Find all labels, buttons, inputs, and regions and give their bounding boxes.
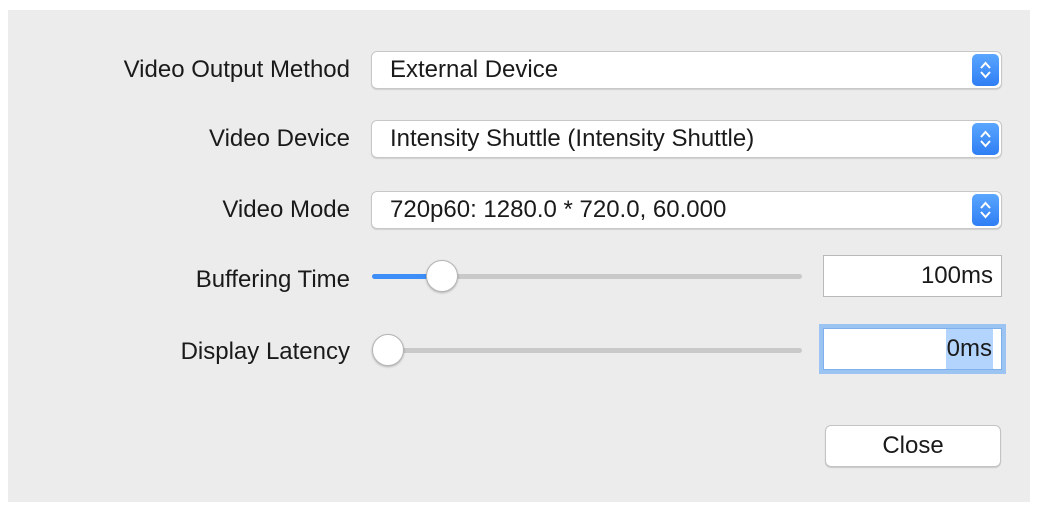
display-latency-value: 0ms [945,329,993,369]
video-output-method-value: External Device [390,56,559,83]
video-device-popup[interactable]: Intensity Shuttle (Intensity Shuttle) [371,120,1002,158]
chevron-up-down-icon [972,194,999,226]
close-button[interactable]: Close [825,425,1001,467]
chevron-up-down-icon [972,54,999,86]
chevron-up-down-icon [972,123,999,155]
buffering-time-label: Buffering Time [195,266,350,293]
video-mode-popup[interactable]: 720p60: 1280.0 * 720.0, 60.000 [371,191,1002,229]
video-mode-label: Video Mode [222,196,350,223]
video-output-method-popup[interactable]: External Device [371,51,1002,89]
buffering-time-slider-knob[interactable] [425,260,458,292]
display-latency-label: Display Latency [180,338,350,365]
display-latency-slider-knob[interactable] [372,334,404,366]
video-mode-value: 720p60: 1280.0 * 720.0, 60.000 [390,196,727,223]
display-latency-field[interactable]: 0ms [823,328,1002,370]
video-output-method-label: Video Output Method [123,56,350,83]
buffering-time-value: 100ms [920,262,993,289]
video-device-value: Intensity Shuttle (Intensity Shuttle) [390,125,755,152]
display-latency-slider[interactable] [372,348,802,353]
buffering-time-slider-fill [372,274,428,279]
video-device-label: Video Device [209,125,350,152]
buffering-time-field[interactable]: 100ms [823,255,1002,297]
